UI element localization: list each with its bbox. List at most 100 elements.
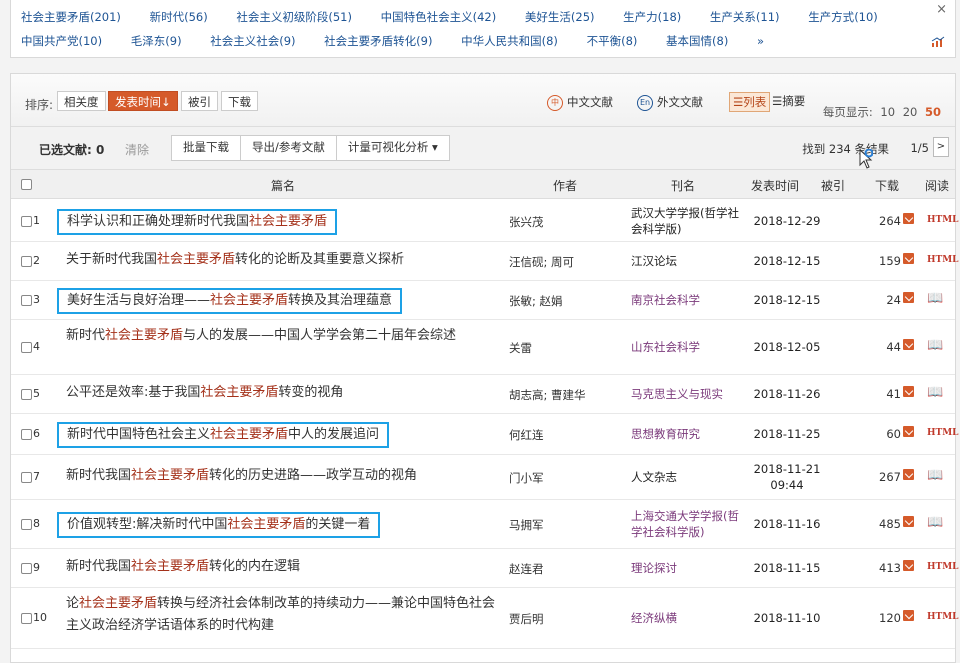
article-title-link[interactable]: 关于新时代我国社会主要矛盾转化的论断及其重要意义探析 [66,249,506,271]
row-checkbox[interactable] [21,342,32,353]
sort-date-button[interactable]: 发表时间↓ [108,91,178,111]
sort-cited-button[interactable]: 被引 [181,91,218,111]
html-read-icon[interactable]: HTML [927,255,959,265]
batch-download-button[interactable]: 批量下载 [172,136,241,160]
foreign-literature-button[interactable]: En 外文文献 [637,94,703,111]
html-read-icon[interactable]: HTML [927,612,959,622]
download-icon[interactable] [903,253,914,264]
tag-item[interactable]: 生产关系(11) [710,9,780,25]
tag-item[interactable]: 美好生活(25) [525,9,595,25]
journal-link[interactable]: 马克思主义与现实 [631,386,741,402]
tag-item[interactable]: 社会主义社会(9) [210,33,295,49]
tag-item[interactable]: 生产力(18) [623,9,681,25]
html-read-icon[interactable]: HTML [927,428,959,438]
article-title-link[interactable]: 新时代中国特色社会主义社会主要矛盾中人的发展追问 [57,422,390,448]
journal-link[interactable]: 思想教育研究 [631,426,741,442]
book-icon[interactable]: 📖 [927,291,943,306]
download-icon[interactable] [903,516,914,527]
html-read-icon[interactable]: HTML [927,562,959,572]
author-link[interactable]: 赵连君 [509,561,544,577]
journal-link[interactable]: 上海交通大学学报(哲学社会科学版) [631,508,741,540]
article-title-link[interactable]: 价值观转型:解决新时代中国社会主要矛盾的关键一着 [57,512,381,538]
author-link[interactable]: 马拥军 [509,517,544,533]
journal-link[interactable]: 经济纵横 [631,610,741,626]
tag-item[interactable]: 生产方式(10) [808,9,878,25]
download-icon[interactable] [903,469,914,480]
tag-item[interactable]: 不平衡(8) [587,33,638,49]
download-icon[interactable] [903,213,914,224]
row-checkbox[interactable] [21,472,32,483]
author-link[interactable]: 贾后明 [509,611,544,627]
per-page-50[interactable]: 50 [925,105,941,119]
journal-link[interactable]: 山东社会科学 [631,339,741,355]
row-checkbox[interactable] [21,429,32,440]
row-checkbox[interactable] [21,295,32,306]
tag-item[interactable]: 中国特色社会主义(42) [381,9,497,25]
article-title-link[interactable]: 科学认识和正确处理新时代我国社会主要矛盾 [57,209,338,235]
tag-item[interactable]: 社会主义初级阶段(51) [236,9,352,25]
more-tags-button[interactable]: » [757,34,764,48]
author-link[interactable]: 张敏; 赵娟 [509,293,563,309]
author-link[interactable]: 张兴茂 [509,214,544,230]
tag-item[interactable]: 毛泽东(9) [131,33,182,49]
author-link[interactable]: 胡志高; 曹建华 [509,387,586,403]
tag-item[interactable]: 中华人民共和国(8) [461,33,558,49]
header-title[interactable]: 篇名 [271,177,295,194]
download-count: 24 [886,293,901,307]
chinese-literature-button[interactable]: 中中文文献 [547,94,613,111]
row-checkbox[interactable] [21,256,32,267]
journal-link[interactable]: 理论探讨 [631,560,741,576]
tag-item[interactable]: 基本国情(8) [666,33,728,49]
tag-item[interactable]: 中国共产党(10) [21,33,102,49]
row-checkbox[interactable] [21,389,32,400]
tag-item[interactable]: 社会主要矛盾(201) [21,9,121,25]
download-icon[interactable] [903,386,914,397]
next-page-button[interactable]: > [933,137,949,157]
journal-link[interactable]: 南京社会科学 [631,292,741,308]
download-icon[interactable] [903,560,914,571]
book-icon[interactable]: 📖 [927,468,943,483]
article-title-link[interactable]: 新时代社会主要矛盾与人的发展——中国人学学会第二十届年会综述 [66,325,506,347]
download-icon[interactable] [903,339,914,350]
per-page-10[interactable]: 10 [880,105,895,119]
header-cited[interactable]: 被引 [821,177,845,194]
sort-relevance-button[interactable]: 相关度 [57,91,106,111]
article-title-link[interactable]: 新时代我国社会主要矛盾转化的内在逻辑 [66,556,506,578]
header-date[interactable]: 发表时间 [751,177,799,194]
sort-download-button[interactable]: 下载 [221,91,258,111]
chart-icon[interactable] [931,36,945,48]
tag-item[interactable]: 社会主要矛盾转化(9) [324,33,432,49]
row-checkbox[interactable] [21,519,32,530]
close-icon[interactable]: × [936,2,947,17]
export-reference-button[interactable]: 导出/参考文献 [241,136,337,160]
view-list-button[interactable]: ☰列表 [729,92,771,112]
article-title-link[interactable]: 新时代我国社会主要矛盾转化的历史进路——政学互动的视角 [66,465,506,487]
article-title-link[interactable]: 美好生活与良好治理——社会主要矛盾转换及其治理蕴意 [57,288,403,314]
per-page-20[interactable]: 20 [903,105,918,119]
author-link[interactable]: 关雷 [509,340,532,356]
view-abstract-button[interactable]: ☰摘要 [769,92,808,110]
book-icon[interactable]: 📖 [927,338,943,353]
row-checkbox[interactable] [21,216,32,227]
article-title-link[interactable]: 论社会主要矛盾转换与经济社会体制改革的持续动力——兼论中国特色社会主义政治经济学… [66,593,506,637]
clear-selection-button[interactable]: 清除 [125,141,149,158]
author-link[interactable]: 何红连 [509,427,544,443]
author-link[interactable]: 门小军 [509,470,544,486]
row-checkbox[interactable] [21,613,32,624]
journal-link[interactable]: 人文杂志 [631,469,741,485]
select-all-checkbox[interactable] [21,179,32,190]
download-icon[interactable] [903,426,914,437]
download-icon[interactable] [903,610,914,621]
row-checkbox[interactable] [21,563,32,574]
download-icon[interactable] [903,292,914,303]
book-icon[interactable]: 📖 [927,515,943,530]
book-icon[interactable]: 📖 [927,385,943,400]
author-link[interactable]: 汪信砚; 周可 [509,254,574,270]
journal-link[interactable]: 江汉论坛 [631,253,741,269]
article-title-link[interactable]: 公平还是效率:基于我国社会主要矛盾转变的视角 [66,382,506,404]
header-download[interactable]: 下载 [875,177,899,194]
journal-link[interactable]: 武汉大学学报(哲学社会科学版) [631,205,741,237]
visual-analysis-dropdown[interactable]: 计量可视化分析 ▾ [337,136,449,160]
html-read-icon[interactable]: HTML [927,215,959,225]
tag-item[interactable]: 新时代(56) [150,9,208,25]
